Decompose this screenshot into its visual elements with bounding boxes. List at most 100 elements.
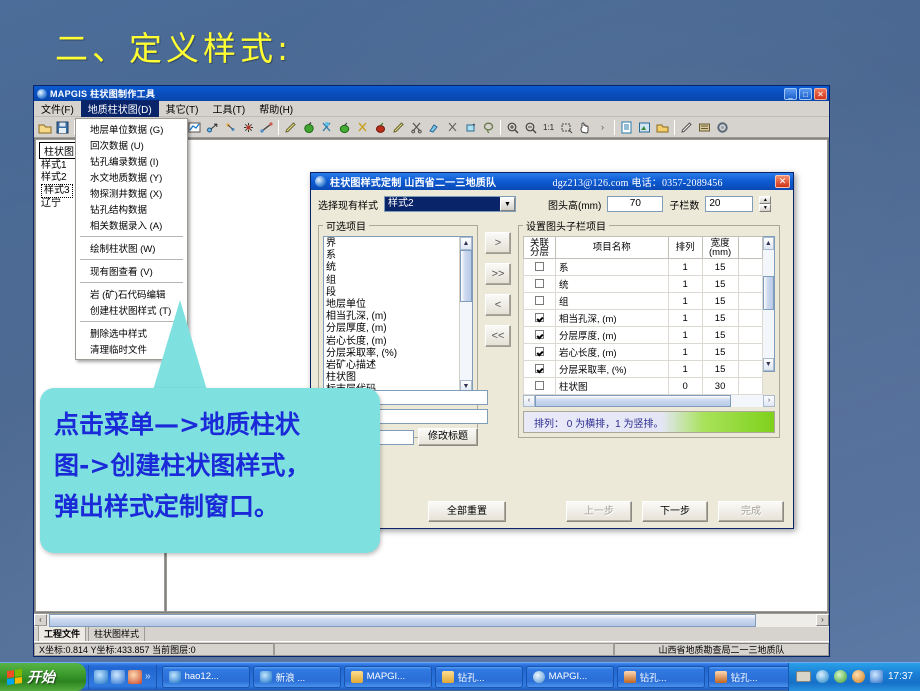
table-row[interactable]: 柱状图 0 30 [523,377,763,395]
menu-item-borehole-structure-data[interactable]: 钻孔结构数据 [76,201,187,217]
minimize-button[interactable]: _ [784,87,797,100]
chart-icon[interactable] [186,119,203,136]
row-checkbox-cell[interactable] [523,292,556,310]
table-row[interactable]: 相当孔深, (m) 1 15 [523,309,763,327]
red-fill-icon[interactable] [372,119,389,136]
item-title-input[interactable] [370,409,488,424]
pen-edit-icon[interactable] [282,119,299,136]
table-row[interactable]: 分层采取率, (%) 1 15 [523,360,763,378]
tree-item-style3[interactable]: 样式3 [41,184,73,198]
zoom-in-icon[interactable] [504,119,521,136]
arrow-right-icon[interactable]: › [594,119,611,136]
tab-project-file[interactable]: 工程文件 [38,625,87,641]
subcolumn-count-input[interactable]: 20 [705,196,754,212]
settings-gear-icon[interactable] [714,119,731,136]
hscroll-track[interactable] [47,613,816,627]
table-hscroll-thumb[interactable] [535,395,732,407]
taskbar-clock[interactable]: 17:37 [888,671,913,682]
chevron-down-icon[interactable]: ▼ [500,197,515,211]
available-items-listbox[interactable]: 界 系 统 组 段 地层单位 相当孔深, (m) 分层厚度, (m) 岩心长度,… [323,236,473,394]
cut2-icon[interactable] [444,119,461,136]
list-item[interactable]: 统 [326,262,459,274]
spider-icon[interactable] [240,119,257,136]
table-scroll-up-icon[interactable]: ▲ [762,237,774,250]
row-checkbox-cell[interactable] [523,258,556,276]
more-chevrons-icon[interactable]: » [145,671,151,682]
menu-item-draw-column[interactable]: 绘制柱状图 (W) [76,240,187,256]
menu-help[interactable]: 帮助(H) [252,100,300,117]
save-icon[interactable] [54,119,71,136]
table-vertical-scrollbar[interactable]: ▲ ▼ [762,236,775,372]
green-fill-icon[interactable] [300,119,317,136]
menu-item-related-data-entry[interactable]: 相关数据录入 (A) [76,217,187,233]
zoom-region-icon[interactable] [558,119,575,136]
table-row[interactable]: 系 1 15 [523,258,763,276]
scroll-right-arrow-icon[interactable]: › [816,614,829,626]
finish-button[interactable]: 完成 [718,501,784,522]
table-scroll-left-icon[interactable]: ‹ [523,395,535,407]
table-vscroll-thumb[interactable] [762,276,774,310]
menu-file[interactable]: 文件(F) [34,100,81,117]
row-checkbox[interactable] [535,296,544,306]
next-step-button[interactable]: 下一步 [642,501,708,522]
users-icon[interactable] [851,670,865,683]
menu-geological-column[interactable]: 地质柱状图(D) [80,100,159,117]
table-vscroll-track[interactable] [762,250,774,358]
menu-tools[interactable]: 工具(T) [205,100,252,117]
available-items-scrollbar[interactable]: ▲ ▼ [459,237,472,393]
row-checkbox-cell[interactable] [523,377,556,395]
pan-hand-icon[interactable] [576,119,593,136]
media-icon[interactable] [128,669,142,684]
modify-title-button[interactable]: 修改标题 [418,428,478,446]
list-item[interactable]: 分层厚度, (m) [326,323,459,335]
zoom-out-icon[interactable] [522,119,539,136]
cut-node-icon[interactable] [318,119,335,136]
list-item[interactable]: 岩心长度, (m) [326,336,459,348]
row-checkbox[interactable] [535,262,544,272]
row-checkbox[interactable] [535,279,544,289]
menu-item-geophysical-logging-data[interactable]: 物探测井数据 (X) [76,185,187,201]
canvas-horizontal-scrollbar[interactable]: ‹ › [34,613,829,627]
list-item[interactable]: 分层采取率, (%) [326,348,459,360]
item-name-input[interactable] [370,390,488,405]
subcolumn-table[interactable]: 关联 分层 项目名称 排列 宽度 (mm) 系 1 15 统 1 15 组 1 … [523,236,763,395]
list-item[interactable]: 地层单位 [326,299,459,311]
taskbar-item-borehole-folder[interactable]: 钻孔... [434,665,523,688]
zoom-actual-size-icon[interactable]: 1:1 [540,119,557,136]
spin-up-icon[interactable]: ▲ [759,196,772,204]
tree-root-node[interactable]: 柱状图 [39,142,79,159]
shield-icon[interactable] [815,670,829,683]
table-scroll-down-icon[interactable]: ▼ [762,358,774,371]
previous-step-button[interactable]: 上一步 [566,501,632,522]
row-checkbox-cell[interactable] [523,326,556,344]
menu-item-stratum-unit-data[interactable]: 地层单位数据 (G) [76,121,187,137]
scissors-icon[interactable] [408,119,425,136]
menu-item-view-existing[interactable]: 现有图查看 (V) [76,263,187,279]
move-all-left-button[interactable]: << [485,325,511,347]
close-button[interactable]: ✕ [814,87,827,100]
dialog-close-button[interactable]: ✕ [775,175,790,188]
ie-icon[interactable] [94,669,108,684]
row-checkbox[interactable] [535,381,544,391]
table-scroll-right-icon[interactable]: › [763,395,775,407]
pencil-icon[interactable] [678,119,695,136]
brush-icon[interactable] [426,119,443,136]
table-row[interactable]: 组 1 15 [523,292,763,310]
move-right-button[interactable]: > [485,232,511,254]
measure-icon[interactable] [258,119,275,136]
subcolumn-spinner[interactable]: ▲ ▼ [759,196,772,212]
taskbar-item-borehole-doc-2[interactable]: 钻孔... [707,665,788,688]
row-checkbox[interactable] [535,347,544,357]
lasso-icon[interactable] [480,119,497,136]
row-checkbox-cell[interactable] [523,360,556,378]
move-left-button[interactable]: < [485,294,511,316]
table-row[interactable]: 分层厚度, (m) 1 15 [523,326,763,344]
row-checkbox[interactable] [535,330,544,340]
keyboard-icon[interactable] [795,671,811,682]
list-item[interactable]: 段 [326,287,459,299]
menu-item-return-data[interactable]: 回次数据 (U) [76,137,187,153]
legend-icon[interactable] [696,119,713,136]
move-all-right-button[interactable]: >> [485,263,511,285]
list-item[interactable]: 柱状图 [326,372,459,384]
open-icon[interactable] [36,119,53,136]
